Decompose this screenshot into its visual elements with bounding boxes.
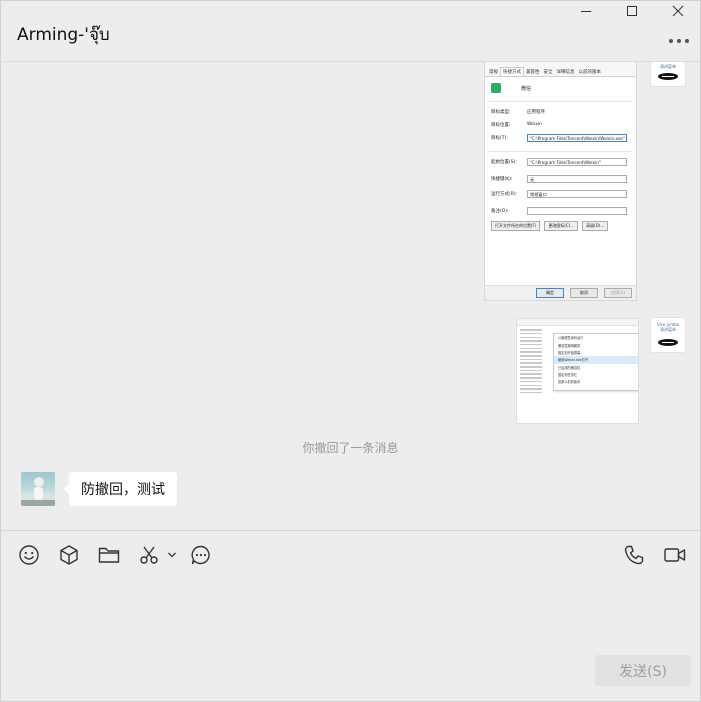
chat-title: Arming-'จุ๊บ xyxy=(17,25,110,45)
screenshot-options-button[interactable] xyxy=(166,544,178,566)
close-button[interactable] xyxy=(655,0,701,22)
property-input: "C:\Program Files\Tencent\Weixin\Weixin.… xyxy=(527,133,627,142)
close-icon xyxy=(672,5,684,17)
properties-tab: 常规 xyxy=(489,70,498,75)
app-name: 微信 xyxy=(521,85,532,92)
my-avatar[interactable]: 演讲菜单 xyxy=(651,62,685,86)
window-top xyxy=(517,319,638,326)
ok-button: 确定 xyxy=(536,288,564,298)
app-row: 微信 xyxy=(491,83,636,93)
divider xyxy=(489,151,632,152)
menu-item: 使用Weixin.exe打开 xyxy=(554,356,638,364)
properties-tabs: 常规 快捷方式 兼容性 安全 详细信息 以前的版本 xyxy=(485,62,636,77)
property-row: 备注(O): xyxy=(485,205,636,216)
maximize-icon xyxy=(627,6,637,16)
screenshot-button[interactable] xyxy=(138,544,160,566)
file-button[interactable] xyxy=(97,544,121,566)
property-input xyxy=(527,206,627,215)
properties-button: 打开文件所在的位置(F) xyxy=(491,221,541,231)
properties-tab: 快捷方式 xyxy=(500,67,524,76)
menu-item: 固定到任务栏 xyxy=(558,373,578,378)
maximize-button[interactable] xyxy=(609,0,655,22)
property-row: 目标位置: Weixin xyxy=(485,119,636,130)
file-list xyxy=(520,327,542,396)
more-icon xyxy=(669,39,673,43)
my-avatar[interactable]: Vise Jumbo 演讲菜单 xyxy=(651,318,685,352)
more-button[interactable] xyxy=(669,34,689,48)
properties-tab: 安全 xyxy=(543,70,553,75)
image-message-properties[interactable]: 常规 快捷方式 兼容性 安全 详细信息 以前的版本 微信 目标类型: 应用程序 … xyxy=(484,62,637,301)
properties-tab: 详细信息 xyxy=(556,70,575,75)
properties-button: 高级(D)... xyxy=(582,221,609,231)
divider xyxy=(489,101,632,102)
person-photo-icon xyxy=(21,477,55,506)
avatar-text-line: 演讲菜单 xyxy=(660,327,676,332)
chat-history-icon xyxy=(191,545,210,565)
property-input: 无 xyxy=(527,174,627,183)
phone-icon xyxy=(624,545,644,565)
folder-icon xyxy=(98,547,120,563)
property-label: 备注(O): xyxy=(491,208,509,214)
scissors-icon xyxy=(140,546,158,564)
property-row: 快捷键(K): 无 xyxy=(485,173,636,184)
property-input: "C:\Program Files\Tencent\Weixin" xyxy=(527,157,627,166)
menu-item: 以管理员身份运行 xyxy=(558,336,584,341)
cancel-button: 取消 xyxy=(570,288,598,298)
properties-buttons: 打开文件所在的位置(F) 更改图标(C)... 高级(D)... xyxy=(491,221,636,231)
avatar-logo xyxy=(658,73,678,80)
property-value: 应用程序 xyxy=(527,109,545,115)
window-controls xyxy=(563,0,701,22)
avatar-text: 演讲菜单 xyxy=(660,64,676,69)
avatar-logo xyxy=(658,339,678,346)
property-row: 目标(T): "C:\Program Files\Tencent\Weixin\… xyxy=(485,132,636,143)
property-select: 常规窗口 xyxy=(527,189,627,198)
minimize-icon xyxy=(581,11,591,12)
property-label: 起始位置(S): xyxy=(491,159,517,165)
property-row: 目标类型: 应用程序 xyxy=(485,106,636,117)
properties-tab: 兼容性 xyxy=(526,70,540,75)
property-row: 起始位置(S): "C:\Program Files\Tencent\Weixi… xyxy=(485,156,636,167)
image-message-menu[interactable]: 以管理员身份运行 兼容性疑难解答 固定到开始屏幕 使用Weixin.exe打开 … xyxy=(516,318,639,424)
composer-divider xyxy=(0,530,701,531)
avatar-text: Vise Jumbo 演讲菜单 xyxy=(651,322,685,332)
menu-item: 还原以前的版本 xyxy=(558,380,581,385)
send-button[interactable]: 发送(S) xyxy=(595,655,691,686)
chat-history-button[interactable] xyxy=(190,544,212,566)
emoji-icon xyxy=(19,545,39,565)
message-list[interactable]: 常规 快捷方式 兼容性 安全 详细信息 以前的版本 微信 目标类型: 应用程序 … xyxy=(0,62,701,530)
minimize-button[interactable] xyxy=(563,0,609,22)
properties-button: 更改图标(C)... xyxy=(544,221,579,231)
mini-program-button[interactable] xyxy=(58,544,80,566)
menu-item: 已启用的兼容性 xyxy=(558,365,581,370)
voice-call-button[interactable] xyxy=(623,544,645,566)
apply-button: 应用(A) xyxy=(604,288,632,298)
recall-notice: 你撤回了一条消息 xyxy=(302,441,399,455)
menu-item: 固定到开始屏幕 xyxy=(558,350,581,355)
property-label: 运行方式(R): xyxy=(491,191,518,197)
menu-item: 兼容性疑难解答 xyxy=(558,343,581,348)
properties-tab: 以前的版本 xyxy=(578,70,602,75)
property-label: 快捷键(K): xyxy=(491,176,513,182)
video-call-button[interactable] xyxy=(663,544,687,566)
contact-avatar[interactable] xyxy=(21,472,55,506)
property-label: 目标类型: xyxy=(491,109,511,115)
properties-footer: 确定 取消 应用(A) xyxy=(485,285,636,300)
video-icon xyxy=(664,548,686,562)
property-label: 目标(T): xyxy=(491,135,508,141)
package-icon xyxy=(60,545,78,565)
property-row: 运行方式(R): 常规窗口 xyxy=(485,188,636,199)
context-menu: 以管理员身份运行 兼容性疑难解答 固定到开始屏幕 使用Weixin.exe打开 … xyxy=(553,333,638,391)
property-label: 目标位置: xyxy=(491,122,511,128)
chevron-down-icon xyxy=(168,552,176,558)
wechat-icon xyxy=(491,83,501,93)
property-value: Weixin xyxy=(527,122,542,127)
message-input[interactable] xyxy=(0,575,701,650)
message-bubble[interactable]: 防撤回，测试 xyxy=(64,472,177,506)
emoji-button[interactable] xyxy=(18,544,40,566)
